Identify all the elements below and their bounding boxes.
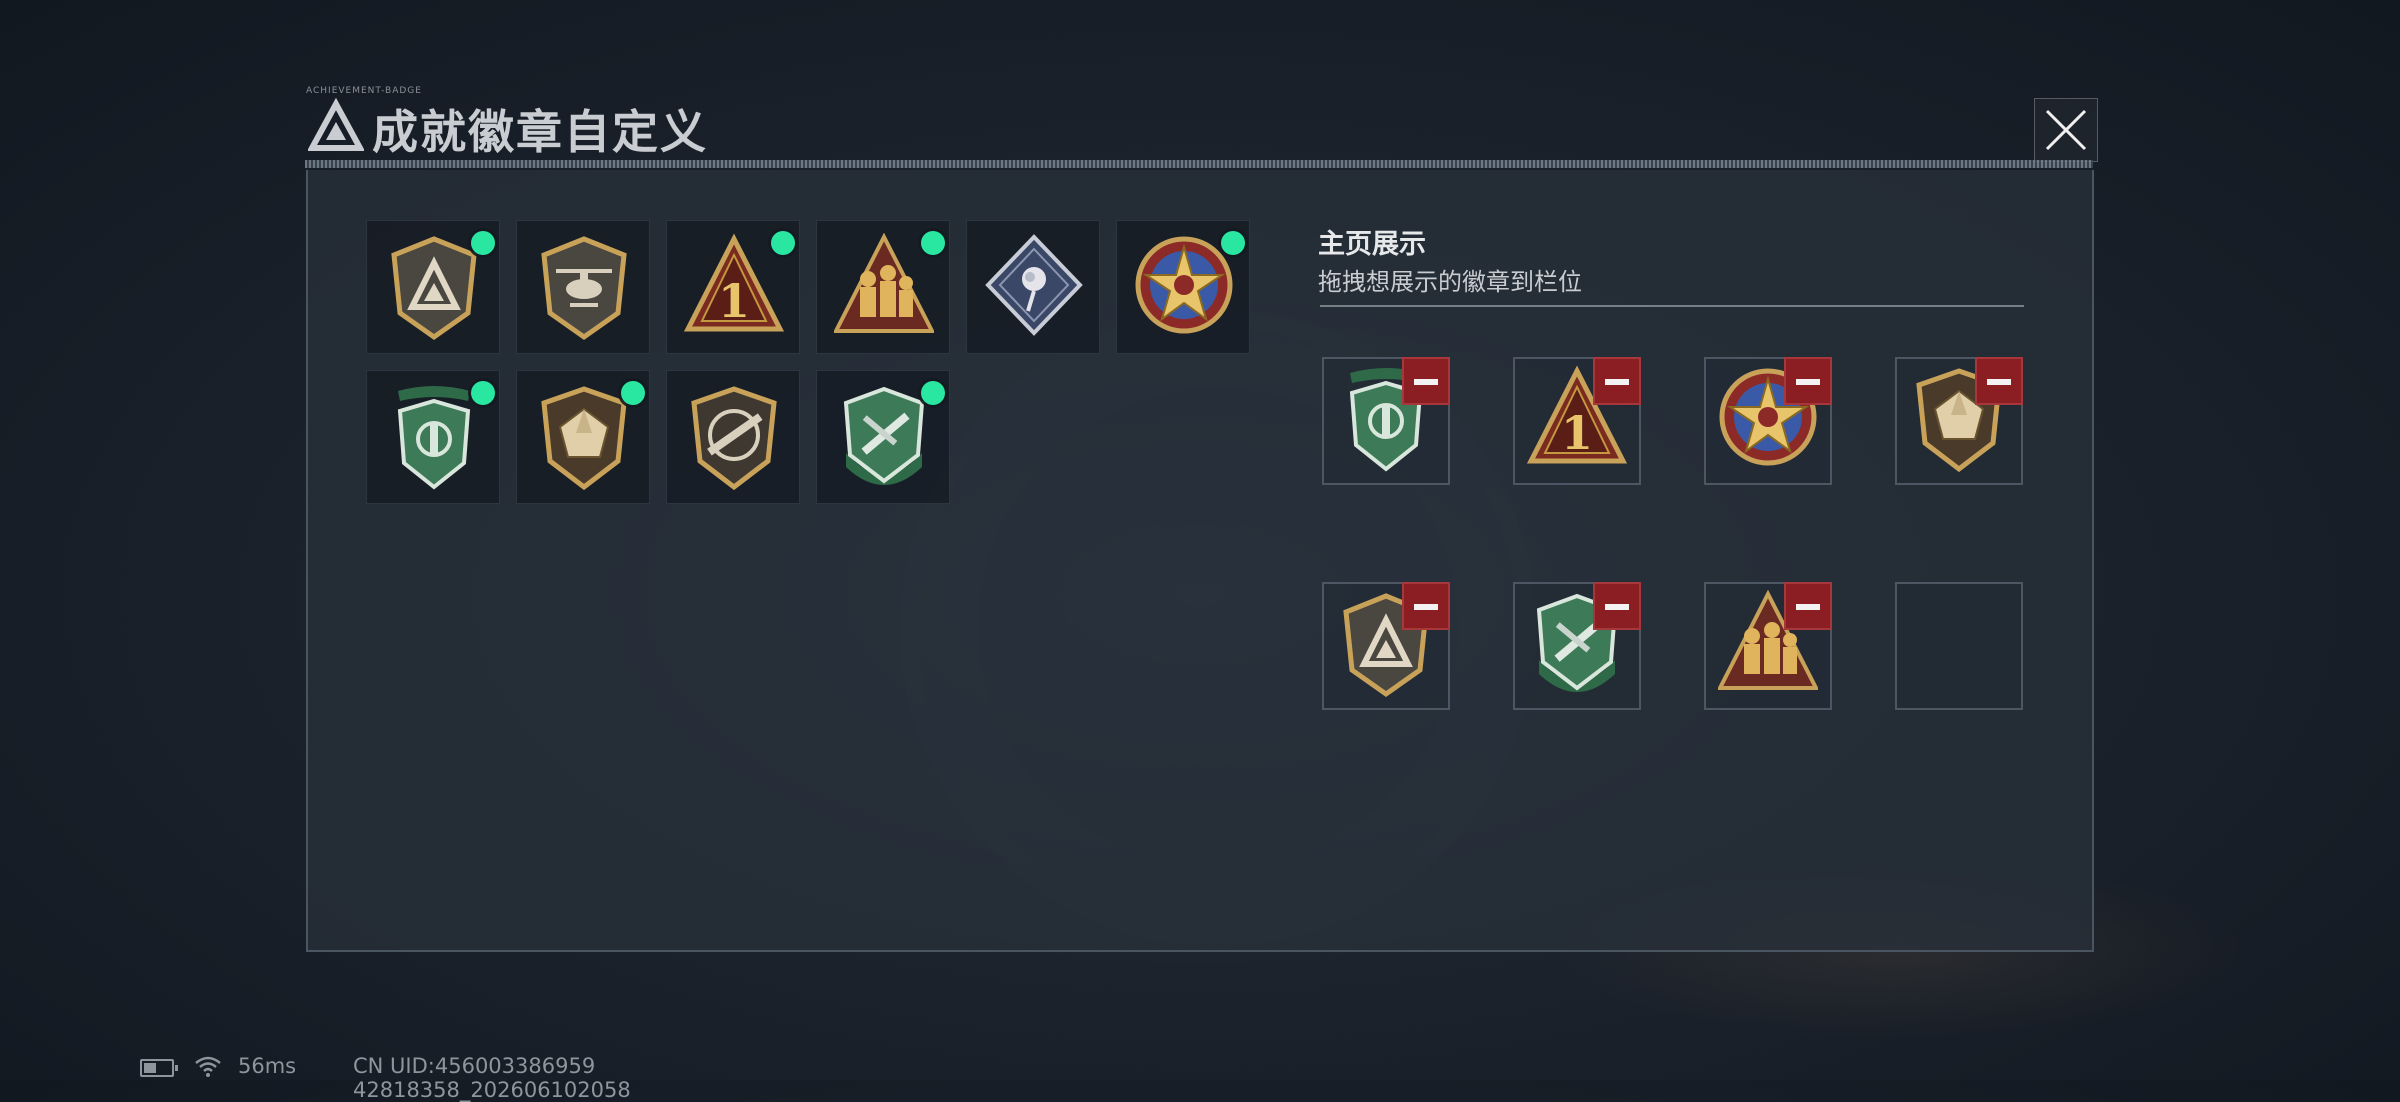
remove-badge-button[interactable]	[1593, 357, 1641, 405]
badge-cell[interactable]	[966, 220, 1100, 354]
badge-cell[interactable]	[816, 370, 950, 504]
showcase-slot[interactable]	[1704, 582, 1832, 710]
knife-shield-badge-icon	[843, 386, 925, 485]
gem-shield-badge-icon	[541, 386, 627, 491]
unlocked-indicator	[921, 231, 945, 255]
title-tiny-text: ACHIEVEMENT-BADGE	[306, 86, 422, 96]
remove-badge-button[interactable]	[1784, 357, 1832, 405]
showcase-slot-empty[interactable]	[1895, 582, 2023, 710]
remove-badge-button[interactable]	[1402, 582, 1450, 630]
window-title: 成就徽章自定义	[372, 105, 708, 159]
badge-cell[interactable]: 1	[666, 220, 800, 354]
uid-text: CN UID:456003386959 42818358_20260610205…	[353, 1054, 631, 1102]
unlocked-indicator	[471, 231, 495, 255]
star-medal-badge-icon	[1135, 236, 1233, 334]
close-icon	[2045, 109, 2087, 151]
showcase-slot[interactable]	[1895, 357, 2023, 485]
showcase-title: 主页展示	[1318, 229, 1426, 260]
title-divider	[305, 160, 2093, 168]
wifi-icon	[195, 1056, 221, 1077]
triangle-logo-icon	[308, 98, 364, 151]
badge-cell[interactable]	[666, 370, 800, 504]
unlocked-indicator	[621, 381, 645, 405]
showcase-slot[interactable]	[1322, 357, 1450, 485]
svg-text:1: 1	[718, 274, 750, 328]
battery-icon	[140, 1059, 178, 1077]
showcase-divider	[1320, 305, 2024, 307]
rifle-shield-badge-icon	[691, 386, 777, 491]
badge-cell[interactable]	[366, 220, 500, 354]
badge-cell[interactable]	[516, 370, 650, 504]
unlocked-indicator	[1221, 231, 1245, 255]
rose-diamond-badge-icon	[985, 234, 1083, 336]
soldiers-triangle-badge-icon	[834, 233, 934, 333]
title-bar: ACHIEVEMENT-BADGE 成就徽章自定义	[300, 86, 2100, 162]
badge-cell[interactable]	[816, 220, 950, 354]
remove-badge-button[interactable]	[1784, 582, 1832, 630]
unlocked-indicator	[471, 381, 495, 405]
remove-badge-button[interactable]	[1402, 357, 1450, 405]
badge-cell[interactable]	[366, 370, 500, 504]
badge-cell[interactable]	[1116, 220, 1250, 354]
remove-badge-button[interactable]	[1593, 582, 1641, 630]
showcase-subtitle: 拖拽想展示的徽章到栏位	[1318, 268, 1582, 296]
showcase-slot[interactable]	[1322, 582, 1450, 710]
green-crest-badge-icon	[397, 386, 471, 490]
unlocked-indicator	[921, 381, 945, 405]
showcase-slot[interactable]: 1	[1513, 357, 1641, 485]
ping-text: 56ms	[238, 1054, 297, 1078]
badge-cell[interactable]	[516, 220, 650, 354]
unlocked-indicator	[771, 231, 795, 255]
close-button[interactable]	[2034, 98, 2098, 162]
triangle-shield-badge-icon	[391, 236, 477, 341]
remove-badge-button[interactable]	[1975, 357, 2023, 405]
showcase-slot[interactable]	[1704, 357, 1832, 485]
showcase-slot[interactable]	[1513, 582, 1641, 710]
svg-text:1: 1	[1561, 406, 1593, 460]
helicopter-shield-badge-icon	[541, 236, 627, 341]
number-one-triangle-badge-icon: 1	[684, 233, 784, 332]
